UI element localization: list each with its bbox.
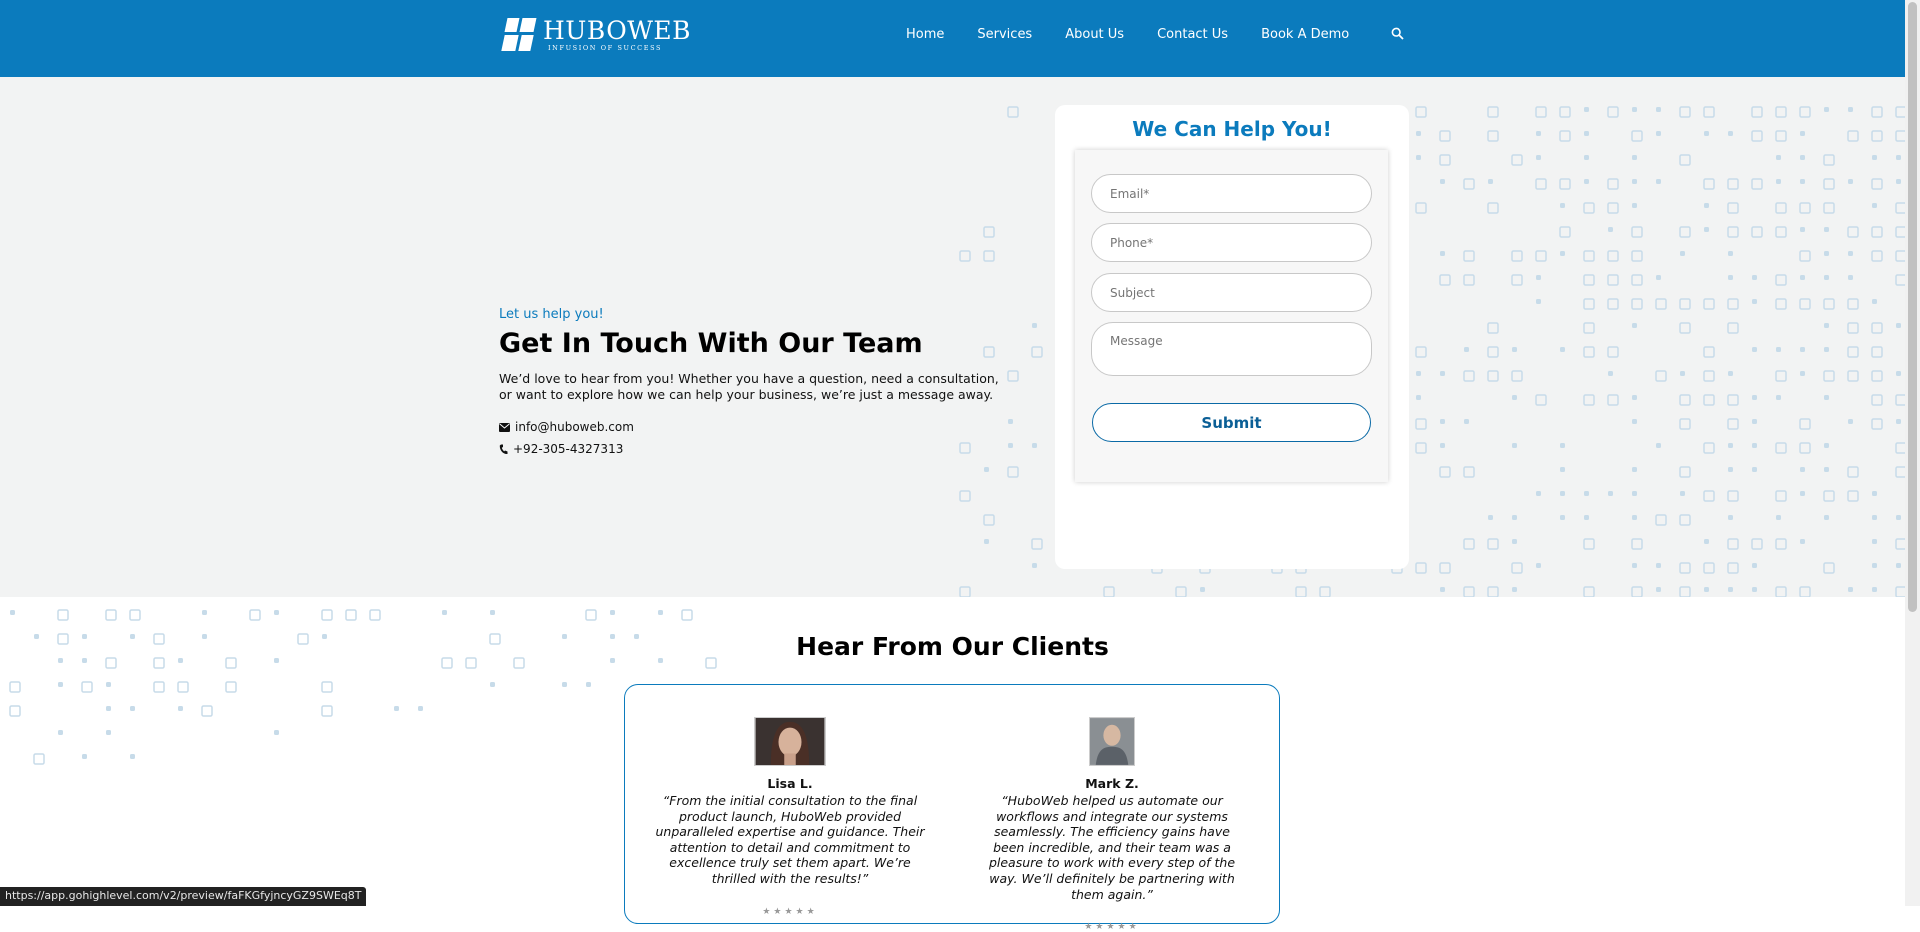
logo-name: HUBOWEB: [543, 16, 692, 45]
status-bar-url: https://app.gohighlevel.com/v2/preview/f…: [0, 887, 367, 906]
submit-button[interactable]: Submit: [1092, 403, 1371, 442]
email-field[interactable]: [1091, 174, 1372, 213]
contact-hero-section: Let us help you! Get In Touch With Our T…: [0, 77, 1905, 597]
testimonials-title: Hear From Our Clients: [796, 632, 1109, 661]
nav-home-link[interactable]: Home: [906, 27, 944, 42]
phone-icon: [499, 444, 508, 454]
contact-phone[interactable]: +92-305-4327313: [499, 442, 623, 456]
scrollbar-thumb[interactable]: [1908, 2, 1917, 612]
message-field[interactable]: [1091, 322, 1372, 376]
testimonial-quote: “From the initial consultation to the fi…: [655, 793, 925, 886]
star-rating-icon: ★★★★★: [1084, 922, 1140, 932]
form-title: We Can Help You!: [1132, 117, 1332, 141]
contact-phone-text[interactable]: +92-305-4327313: [513, 442, 623, 456]
nav-services-link[interactable]: Services: [977, 27, 1032, 42]
logo-tagline: INFUSION OF SUCCESS: [548, 44, 663, 52]
contact-email[interactable]: info@huboweb.com: [499, 420, 634, 434]
main-menu: Home Services About Us Contact Us Book A…: [906, 27, 1382, 42]
huboweb-logo[interactable]: HUBOWEB INFUSION OF SUCCESS: [499, 16, 691, 54]
page-scrollbar[interactable]: [1905, 0, 1920, 906]
testimonial-item: Lisa L. “From the initial consultation t…: [655, 717, 925, 917]
phone-field[interactable]: [1091, 223, 1372, 262]
nav-contact-us-link[interactable]: Contact Us: [1157, 27, 1228, 42]
logo-mark-icon: [499, 16, 537, 54]
testimonial-name: Mark Z.: [1085, 776, 1139, 791]
contact-form: Submit: [1075, 150, 1388, 482]
hero-kicker: Let us help you!: [499, 307, 604, 322]
search-icon[interactable]: [1391, 27, 1404, 40]
star-rating-icon: ★★★★★: [762, 906, 818, 917]
top-navbar: HUBOWEB INFUSION OF SUCCESS Home Service…: [0, 0, 1905, 77]
testimonial-item: Mark Z. “HuboWeb helped us automate our …: [977, 717, 1247, 932]
subject-field[interactable]: [1091, 273, 1372, 312]
contact-form-card: We Can Help You! Submit: [1055, 105, 1409, 569]
hero-intro-text: We’d love to hear from you! Whether you …: [499, 371, 999, 402]
contact-email-text[interactable]: info@huboweb.com: [515, 420, 634, 434]
envelope-icon: [499, 422, 510, 432]
avatar: [1089, 717, 1135, 766]
testimonial-quote: “HuboWeb helped us automate our workflow…: [988, 793, 1236, 902]
testimonial-name: Lisa L.: [767, 776, 813, 791]
nav-about-us-link[interactable]: About Us: [1065, 27, 1124, 42]
nav-book-a-demo-link[interactable]: Book A Demo: [1261, 27, 1349, 42]
testimonials-card: Lisa L. “From the initial consultation t…: [624, 684, 1280, 932]
avatar: [754, 717, 826, 766]
hero-headline: Get In Touch With Our Team: [499, 328, 923, 359]
